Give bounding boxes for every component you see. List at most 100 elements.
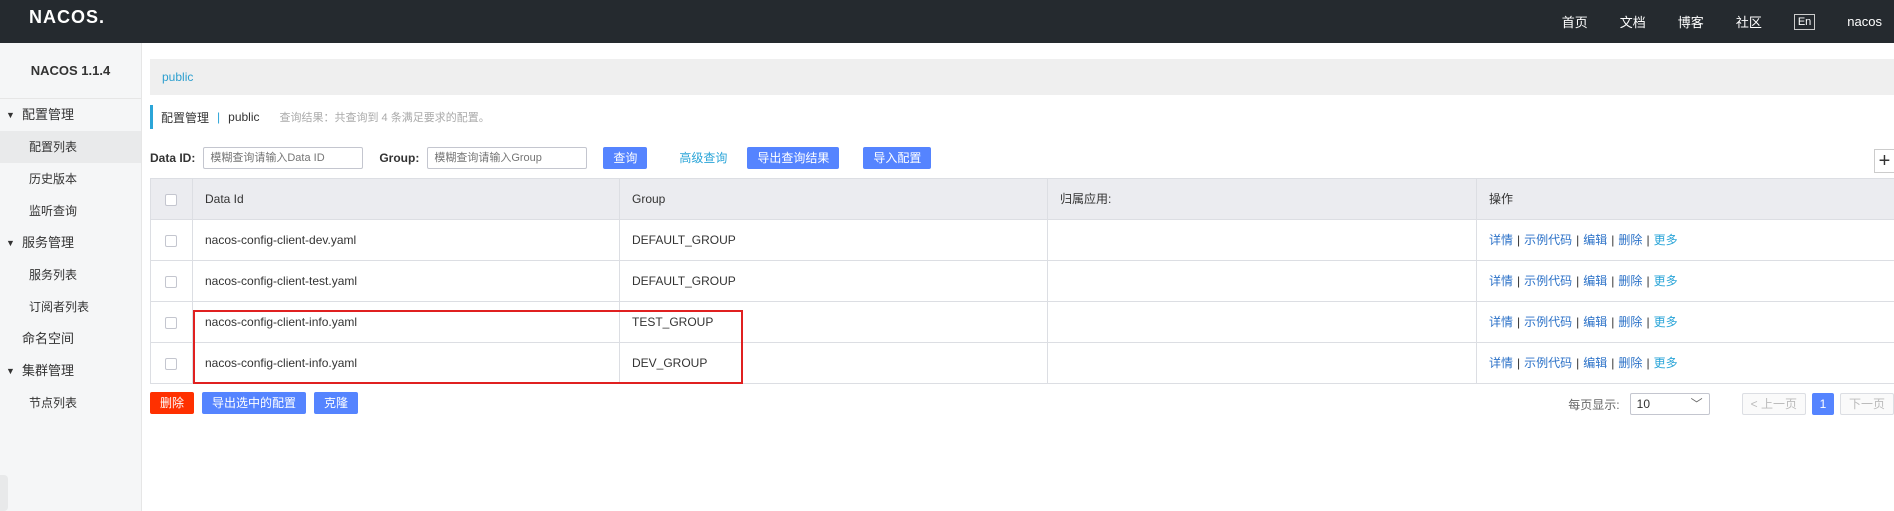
table-row: nacos-config-client-dev.yaml DEFAULT_GRO… [150,220,1894,261]
op-delete[interactable]: 删除 [1618,274,1642,288]
table-header: Data Id Group 归属应用: 操作 [150,179,1894,220]
select-all-checkbox[interactable] [165,193,177,206]
sidebar-group-service[interactable]: ▼ 服务管理 [0,227,141,259]
op-more[interactable]: 更多 [1654,356,1678,370]
current-page[interactable]: 1 [1811,393,1834,415]
op-more[interactable]: 更多 [1654,274,1678,288]
group-input[interactable] [427,147,588,169]
table-footer: 删除 导出选中的配置 克隆 每页显示: 10 ﹀ < 上一页 1 下一页 [150,392,1894,416]
row-checkbox[interactable] [165,234,177,247]
op-detail[interactable]: 详情 [1489,315,1513,329]
op-detail[interactable]: 详情 [1489,356,1513,370]
clone-button[interactable]: 克隆 [314,392,359,414]
row-checkbox[interactable] [165,275,177,288]
row-checkbox[interactable] [165,316,177,329]
cell-dataid: nacos-config-client-dev.yaml [193,220,620,261]
main-content: public 配置管理 | public 查询结果：共查询到 4 条满足要求的配… [150,43,1894,511]
cell-dataid: nacos-config-client-info.yaml [193,343,620,384]
caret-down-icon: ▼ [6,238,15,248]
cell-actions: 详情 | 示例代码 | 编辑 | 删除 | 更多 [1489,274,1678,288]
op-edit[interactable]: 编辑 [1583,356,1607,370]
sidebar-group-label: 集群管理 [22,363,75,378]
cell-actions: 详情 | 示例代码 | 编辑 | 删除 | 更多 [1489,315,1678,329]
page-size-select[interactable]: 10 ﹀ [1629,393,1710,415]
page-title: 配置管理 | public 查询结果：共查询到 4 条满足要求的配置。 [150,105,490,129]
sidebar-group-cluster[interactable]: ▼ 集群管理 [0,355,141,387]
op-detail[interactable]: 详情 [1489,233,1513,247]
sidebar-item-nodes[interactable]: 节点列表 [0,387,141,419]
sidebar-item-service-list[interactable]: 服务列表 [0,259,141,291]
user-name[interactable]: nacos [1847,14,1882,29]
header-dataid: Data Id [193,179,620,220]
op-more[interactable]: 更多 [1654,315,1678,329]
batch-actions: 删除 导出选中的配置 克隆 [150,392,359,414]
header-actions: 操作 [1489,192,1514,206]
op-detail[interactable]: 详情 [1489,274,1513,288]
header-app: 归属应用: [1048,179,1477,220]
dataid-label: Data ID: [150,151,196,165]
import-config-button[interactable]: 导入配置 [863,147,932,169]
chevron-down-icon: ﹀ [1690,397,1703,411]
sidebar-item-namespace[interactable]: 命名空间 [0,323,141,355]
op-delete[interactable]: 删除 [1618,233,1642,247]
op-sample-code[interactable]: 示例代码 [1524,233,1572,247]
sidebar-item-config-list[interactable]: 配置列表 [0,131,141,163]
search-bar: Data ID: Group: 查询 高级查询 导出查询结果 导入配置 + [150,145,1894,173]
query-result-hint: 查询结果：共查询到 4 条满足要求的配置。 [279,112,490,124]
op-edit[interactable]: 编辑 [1583,315,1607,329]
add-config-icon[interactable]: + [1874,149,1894,173]
sidebar-item-subscribers[interactable]: 订阅者列表 [0,291,141,323]
op-sample-code[interactable]: 示例代码 [1524,274,1572,288]
sidebar-group-config[interactable]: ▼ 配置管理 [0,99,141,131]
top-navbar: NACOS. 首页 文档 博客 社区 En nacos [0,0,1894,43]
op-sample-code[interactable]: 示例代码 [1524,356,1572,370]
next-page-button[interactable]: 下一页 [1839,393,1894,415]
version-label: NACOS 1.1.4 [0,43,141,99]
op-edit[interactable]: 编辑 [1583,233,1607,247]
pagination: 每页显示: 10 ﹀ < 上一页 1 下一页 [1568,392,1894,416]
sidebar-item-history[interactable]: 历史版本 [0,163,141,195]
export-query-button[interactable]: 导出查询结果 [747,147,840,169]
query-button[interactable]: 查询 [603,147,648,169]
config-table: Data Id Group 归属应用: 操作 nacos-config-clie… [150,178,1894,384]
batch-delete-button[interactable]: 删除 [150,392,195,414]
cell-app [1048,220,1477,261]
group-label: Group: [379,151,420,165]
nav-home[interactable]: 首页 [1562,12,1588,31]
advanced-query-link[interactable]: 高级查询 [679,147,727,169]
op-edit[interactable]: 编辑 [1583,274,1607,288]
nav-community[interactable]: 社区 [1736,12,1762,31]
table-row: nacos-config-client-info.yaml DEV_GROUP … [150,343,1894,384]
row-select-cell [150,302,193,343]
cell-actions: 详情 | 示例代码 | 编辑 | 删除 | 更多 [1489,233,1678,247]
cell-dataid: nacos-config-client-test.yaml [193,261,620,302]
cell-app [1048,261,1477,302]
sidebar-group-label: 配置管理 [22,107,75,122]
nav-docs[interactable]: 文档 [1620,12,1646,31]
cell-app [1048,343,1477,384]
row-checkbox[interactable] [165,357,177,370]
cell-actions: 详情 | 示例代码 | 编辑 | 删除 | 更多 [1489,356,1678,370]
sidebar-collapse-handle[interactable] [0,475,8,511]
top-nav: 首页 文档 博客 社区 En nacos [1562,0,1894,43]
op-sample-code[interactable]: 示例代码 [1524,315,1572,329]
cell-dataid: nacos-config-client-info.yaml [193,302,620,343]
table-row: nacos-config-client-info.yaml TEST_GROUP… [150,302,1894,343]
namespace-public[interactable]: public [162,59,193,95]
title-separator: | [217,110,221,124]
nacos-logo[interactable]: NACOS. [29,7,105,28]
export-selected-button[interactable]: 导出选中的配置 [202,392,307,414]
op-more[interactable]: 更多 [1654,233,1678,247]
page-size-label: 每页显示: [1568,397,1620,412]
prev-page-button[interactable]: < 上一页 [1741,393,1806,415]
language-toggle[interactable]: En [1793,13,1816,30]
op-delete[interactable]: 删除 [1618,356,1642,370]
dataid-input[interactable] [203,147,364,169]
page-size-value: 10 [1636,397,1650,411]
row-select-cell [150,343,193,384]
header-group: Group [620,179,1048,220]
select-all-cell [150,179,193,220]
nav-blog[interactable]: 博客 [1678,12,1704,31]
sidebar-item-listener[interactable]: 监听查询 [0,195,141,227]
op-delete[interactable]: 删除 [1618,315,1642,329]
